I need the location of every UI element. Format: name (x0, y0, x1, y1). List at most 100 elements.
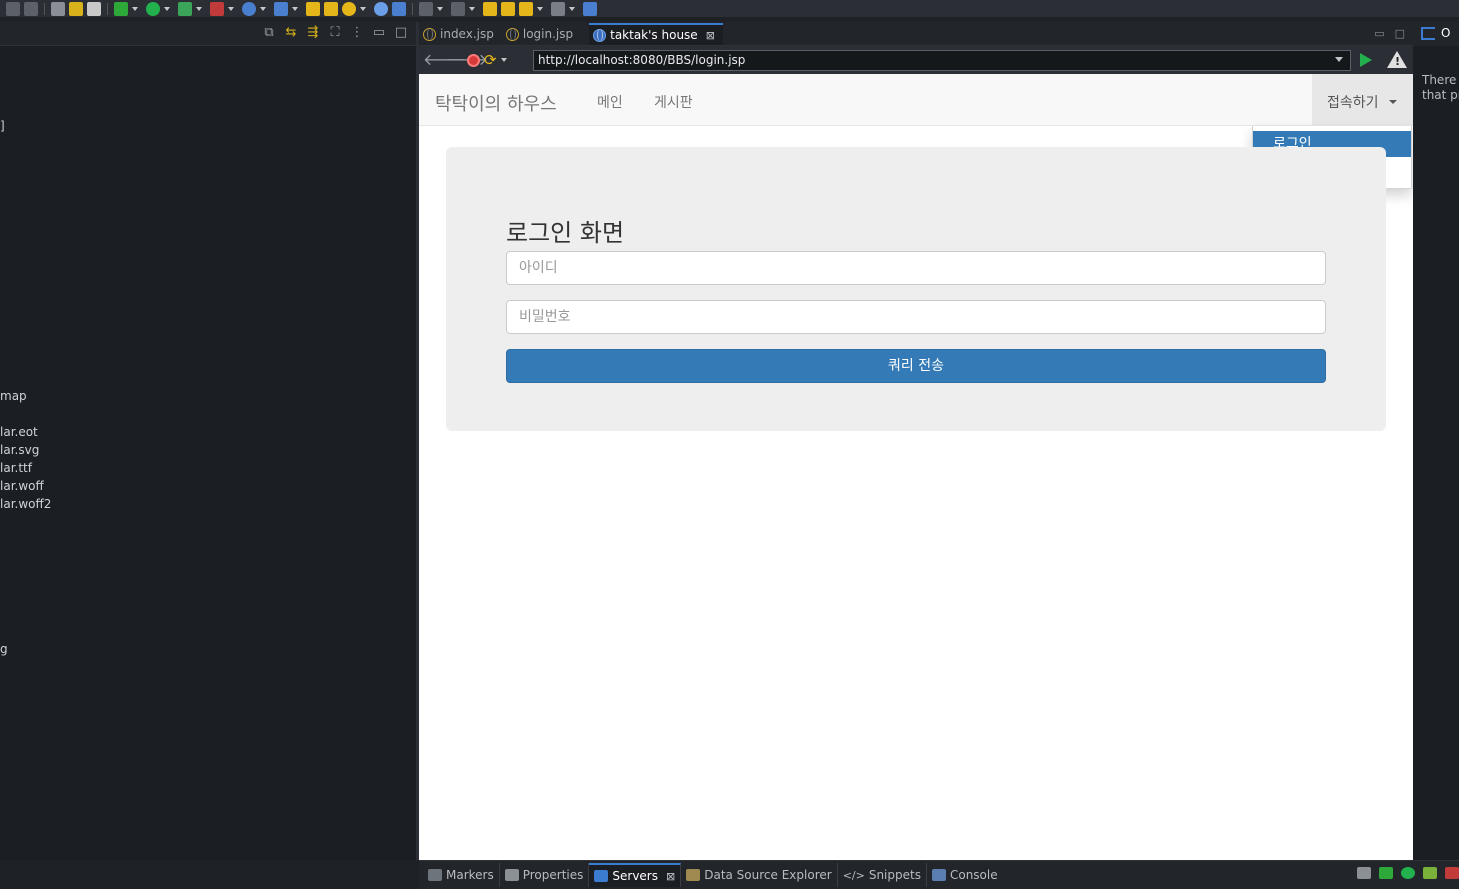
toolbar-separator (107, 2, 108, 15)
coverage-icon[interactable] (178, 1, 192, 16)
collapse-all-icon[interactable]: ⧉ (262, 26, 276, 40)
properties-icon (504, 869, 519, 881)
back-arrow-icon[interactable]: 🡐 (423, 51, 466, 69)
console-icon (931, 869, 946, 881)
tree-item[interactable]: lar.ttf (0, 461, 32, 475)
chevron-down-icon[interactable] (360, 6, 366, 11)
chevron-down-icon[interactable] (469, 6, 475, 11)
tab-snippets[interactable]: </> Snippets (838, 863, 927, 887)
login-title: 로그인 화면 (506, 219, 625, 247)
password-input[interactable] (506, 300, 1326, 334)
markers-icon (428, 869, 442, 881)
globe-icon (423, 27, 436, 41)
filter-icon[interactable]: ⇶ (306, 26, 320, 40)
main-toolbar (0, 0, 1459, 17)
forward-arrow-icon[interactable]: 🡒 (445, 51, 488, 69)
profile-server-icon[interactable] (1423, 867, 1437, 879)
new-server-icon[interactable] (210, 1, 224, 16)
minimize-icon[interactable]: ▭ (1374, 27, 1384, 40)
warning-icon[interactable]: ! (1387, 51, 1407, 68)
chevron-down-icon[interactable] (569, 6, 575, 11)
outline-message-line: There i (1422, 73, 1459, 87)
run-icon[interactable] (146, 1, 160, 16)
tree-item[interactable]: lar.woff (0, 479, 44, 493)
external-tools-icon[interactable] (87, 1, 101, 16)
refresh-icon[interactable]: ⟳ (484, 51, 497, 69)
tab-properties[interactable]: Properties (500, 863, 590, 887)
back-icon[interactable] (519, 1, 533, 16)
new-console-icon[interactable] (1357, 867, 1371, 879)
back-icon[interactable] (483, 1, 497, 16)
nav-link-main[interactable]: 메인 (597, 92, 623, 112)
view-menu-icon[interactable]: ⋮ (350, 26, 364, 40)
close-icon[interactable]: ⊠ (666, 870, 675, 883)
tree-item[interactable]: map (0, 389, 27, 403)
chevron-down-icon[interactable] (537, 6, 543, 11)
tab-label: Snippets (868, 868, 921, 882)
tab-login-jsp[interactable]: login.jsp (502, 23, 581, 45)
link-with-editor-icon[interactable]: ⇆ (284, 26, 298, 40)
site-brand[interactable]: 탁탁이의 하우스 (435, 90, 557, 116)
tree-item[interactable]: lar.svg (0, 443, 39, 457)
open-type-icon[interactable] (274, 1, 288, 16)
tree-item[interactable]: lar.woff2 (0, 497, 51, 511)
undo-icon[interactable] (6, 1, 20, 16)
open-folder-icon[interactable] (306, 1, 320, 16)
task-icon[interactable] (51, 1, 65, 16)
spring-icon[interactable] (242, 1, 256, 16)
search-icon[interactable] (342, 1, 356, 16)
maximize-icon[interactable]: □ (1395, 27, 1405, 40)
focus-icon[interactable]: ⛶ (328, 26, 342, 40)
tab-console[interactable]: Console (927, 863, 1003, 887)
tree-item[interactable]: g (0, 642, 8, 656)
redo-icon[interactable] (24, 1, 38, 16)
go-icon[interactable] (1360, 53, 1372, 67)
forward-icon[interactable] (551, 1, 565, 16)
chevron-down-icon[interactable] (228, 6, 234, 11)
tree-item[interactable]: ] (0, 119, 5, 133)
chevron-down-icon[interactable] (164, 6, 170, 11)
bottom-view-tools (1357, 867, 1459, 879)
maximize-icon[interactable]: □ (394, 26, 408, 40)
tab-markers[interactable]: Markers (423, 863, 500, 887)
user-id-input[interactable] (506, 251, 1326, 285)
globe-icon (505, 27, 519, 41)
url-input[interactable]: http://localhost:8080/BBS/login.jsp (533, 50, 1351, 71)
forward-icon[interactable] (501, 1, 515, 16)
debug-icon[interactable] (69, 1, 83, 16)
browser-globe-icon (593, 28, 607, 42)
tab-servers[interactable]: Servers ⊠ (589, 863, 682, 887)
chevron-down-icon[interactable] (292, 6, 298, 11)
start-server-icon[interactable] (1401, 867, 1415, 879)
next-annotation-icon[interactable] (419, 1, 433, 16)
chevron-down-icon[interactable] (132, 6, 138, 11)
minimize-icon[interactable]: ▭ (372, 26, 386, 40)
stop-server-icon[interactable] (1445, 867, 1459, 879)
tab-label: Console (949, 868, 998, 882)
tab-data-source-explorer[interactable]: Data Source Explorer (681, 863, 838, 887)
connect-dropdown-toggle[interactable]: 접속하기 (1312, 74, 1413, 126)
nav-link-board[interactable]: 게시판 (654, 92, 693, 112)
share-icon[interactable] (392, 1, 406, 16)
perspective-icon[interactable] (583, 1, 597, 16)
bug-icon[interactable] (114, 1, 128, 16)
stop-icon[interactable] (467, 53, 480, 67)
outline-icon (1421, 27, 1435, 40)
debug-server-icon[interactable] (1379, 867, 1393, 879)
chevron-down-icon[interactable] (196, 6, 202, 11)
outline-label[interactable]: O (1441, 26, 1450, 40)
chevron-down-icon[interactable] (1335, 57, 1343, 62)
chevron-down-icon[interactable] (260, 6, 266, 11)
globe-icon[interactable] (374, 1, 388, 16)
open-folder-icon[interactable] (324, 1, 338, 16)
chevron-down-icon[interactable] (500, 58, 507, 62)
prev-annotation-icon[interactable] (451, 1, 465, 16)
tab-index-jsp[interactable]: index.jsp (419, 23, 502, 45)
tab-taktaks-house[interactable]: taktak's house ⊠ (589, 23, 723, 45)
chevron-down-icon[interactable] (437, 6, 443, 11)
close-icon[interactable]: ⊠ (706, 29, 715, 42)
submit-button[interactable]: 쿼리 전송 (506, 349, 1326, 383)
tree-item[interactable]: lar.eot (0, 425, 38, 439)
outline-message-line: that pr (1422, 88, 1459, 102)
browser-viewport: 탁탁이의 하우스 메인 게시판 접속하기 로그인 회원가입 로그인 화면 쿼리 … (419, 74, 1413, 860)
